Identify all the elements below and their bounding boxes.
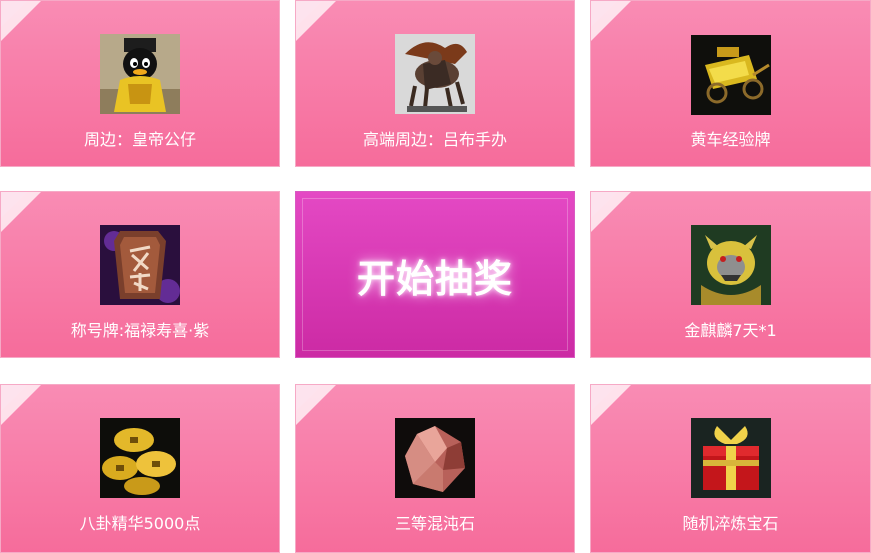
start-draw-button[interactable]: 开始抽奖 (295, 191, 575, 358)
prize-tile-gold-coins: 八卦精华5000点 (0, 384, 280, 553)
prize-label: 八卦精华5000点 (79, 514, 201, 533)
prize-tile-gift-box: 随机淬炼宝石 (590, 384, 871, 553)
tile-corner-decoration (296, 1, 322, 27)
chaos-stone-icon (395, 418, 475, 498)
start-draw-label: 开始抽奖 (356, 257, 513, 301)
prize-label: 三等混沌石 (394, 514, 475, 533)
tile-corner-decoration (591, 1, 617, 27)
tile-corner-decoration (1, 385, 27, 411)
gold-coins-icon (100, 418, 180, 498)
prize-tile-yellow-cart: 黄车经验牌 (590, 0, 871, 167)
prize-label: 称号牌:福禄寿喜·紫 (70, 321, 210, 340)
yellow-cart-icon (690, 35, 771, 115)
title-plaque-icon (100, 225, 180, 305)
prize-label: 高端周边：吕布手办 (362, 130, 507, 149)
golden-qilin-icon (690, 225, 771, 305)
prize-tile-chaos-stone: 三等混沌石 (295, 384, 575, 553)
prize-label: 周边：皇帝公仔 (83, 130, 196, 149)
emperor-penguin-doll-icon (100, 34, 180, 114)
prize-tile-emperor-doll: 周边：皇帝公仔 (0, 0, 280, 167)
prize-label: 黄车经验牌 (690, 130, 771, 149)
gift-box-icon (690, 418, 771, 498)
tile-corner-decoration (1, 1, 27, 27)
prize-label: 金麒麟7天*1 (684, 321, 777, 340)
prize-tile-title-plaque: 称号牌:福禄寿喜·紫 (0, 191, 280, 358)
tile-corner-decoration (1, 192, 27, 218)
tile-corner-decoration (591, 385, 617, 411)
prize-tile-golden-qilin: 金麒麟7天*1 (590, 191, 871, 358)
prize-tile-lubu-figure: 高端周边：吕布手办 (295, 0, 575, 167)
lubu-figure-icon (395, 34, 475, 114)
tile-corner-decoration (591, 192, 617, 218)
prize-label: 随机淬炼宝石 (682, 514, 779, 533)
tile-corner-decoration (296, 385, 322, 411)
